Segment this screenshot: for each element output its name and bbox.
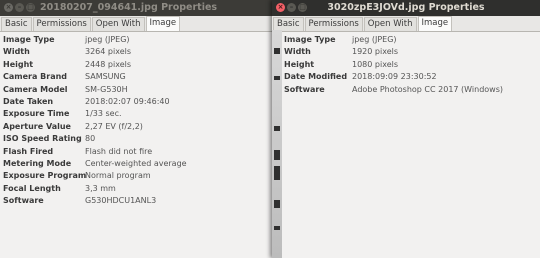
property-row: ISO Speed Rating 80 [0,133,276,145]
property-row: Width 1920 pixels [276,46,540,58]
property-label: Height [284,59,315,69]
property-label: Aperture Value [3,121,71,131]
property-row: Focal Length 3,3 mm [0,183,276,195]
title-bar[interactable]: × – □ 3020zpE3JOVd.jpg Properties [272,0,540,16]
property-list: Image Type jpeg (JPEG) Width 3264 pixels H… [0,32,276,207]
property-label: Focal Length [3,183,61,193]
tab-basic[interactable]: Basic [273,17,304,31]
property-label: Date Taken [3,96,54,106]
property-row: Date Taken 2018:02:07 09:46:40 [0,96,276,108]
tab-basic[interactable]: Basic [1,17,32,31]
property-label: Image Type [3,35,55,44]
property-row: Image Type jpeg (JPEG) [276,34,540,46]
property-row: Software Adobe Photoshop CC 2017 (Windows… [276,84,540,96]
tab-permissions[interactable]: Permissions [32,17,91,31]
property-label: Height [3,59,34,69]
property-value: 2448 pixels [85,59,132,69]
property-value: SM-G530H [85,84,128,94]
property-value: Adobe Photoshop CC 2017 (Windows) [352,84,503,94]
property-row: Exposure Time 1/33 sec. [0,108,276,120]
property-value: 1/33 sec. [85,109,122,119]
property-value: 2018:02:07 09:46:40 [85,96,170,106]
property-label: Metering Mode [3,158,72,168]
background-thumbnail-strip [272,30,282,258]
properties-window-1: × – □ 20180207_094641.jpg Properties Bas… [0,0,276,258]
property-row: Camera Brand SAMSUNG [0,71,276,83]
property-value: 1920 pixels [352,47,399,57]
property-label: Width [284,47,311,57]
property-row: Image Type jpeg (JPEG) [0,34,276,46]
property-row: Metering Mode Center-weighted average [0,158,276,170]
title-bar[interactable]: × – □ 20180207_094641.jpg Properties [0,0,276,16]
property-value: 80 [85,134,96,144]
tab-open-with[interactable]: Open With [91,17,145,31]
property-row: Software G530HDCU1ANL3 [0,195,276,207]
property-row: Aperture Value 2,27 EV (f/2,2) [0,121,276,133]
property-value: 3,3 mm [85,183,116,193]
property-label: Date Modified [284,72,348,82]
property-value: Normal program [85,171,151,181]
tab-open-with[interactable]: Open With [363,17,417,31]
property-row: Camera Model SM-G530H [0,84,276,96]
properties-window-2: × – □ 3020zpE3JOVd.jpg Properties Basic … [272,0,540,258]
property-value: jpeg (JPEG) [352,35,397,44]
tab-image[interactable]: Image [417,16,453,31]
property-label: Flash Fired [3,146,54,156]
property-value: jpeg (JPEG) [85,35,130,44]
property-row: Date Modified 2018:09:09 23:30:52 [276,71,540,83]
window-title: 20180207_094641.jpg Properties [40,2,218,13]
property-row: Exposure Program Normal program [0,170,276,182]
property-value: SAMSUNG [85,72,126,82]
property-value: 2,27 EV (f/2,2) [85,121,143,131]
minimize-icon[interactable]: – [15,3,24,12]
window-title: 3020zpE3JOVd.jpg Properties [327,2,485,13]
property-value: 2018:09:09 23:30:52 [352,72,437,82]
property-label: ISO Speed Rating [3,134,82,144]
property-value: 3264 pixels [85,47,132,57]
property-row: Height 1080 pixels [276,59,540,71]
property-value: Center-weighted average [85,158,187,168]
property-row: Height 2448 pixels [0,59,276,71]
close-icon[interactable]: × [4,3,13,12]
property-list: Image Type jpeg (JPEG) Width 1920 pixels H… [276,32,540,96]
property-label: Exposure Time [3,109,70,119]
property-label: Exposure Program [3,171,87,181]
property-label: Software [3,196,44,206]
property-value: 1080 pixels [352,59,399,69]
property-row: Width 3264 pixels [0,46,276,58]
tab-permissions[interactable]: Permissions [304,17,363,31]
tab-bar: Basic Permissions Open With Image [0,16,276,32]
property-row: Flash Fired Flash did not fire [0,146,276,158]
property-label: Image Type [284,35,336,44]
tab-image[interactable]: Image [145,16,181,31]
property-label: Camera Model [3,84,68,94]
maximize-icon[interactable]: □ [26,3,35,12]
property-label: Width [3,47,30,57]
property-value: Flash did not fire [85,146,153,156]
property-label: Camera Brand [3,72,68,82]
property-value: G530HDCU1ANL3 [85,196,157,206]
property-label: Software [284,84,325,94]
tab-bar: Basic Permissions Open With Image [272,16,540,32]
